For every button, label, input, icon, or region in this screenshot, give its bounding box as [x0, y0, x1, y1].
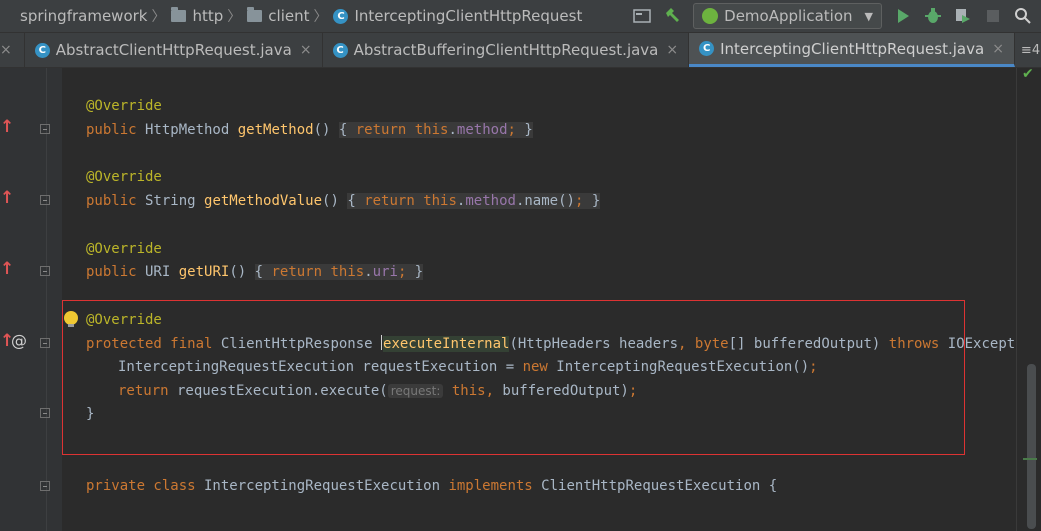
stop-icon[interactable]	[981, 4, 1005, 28]
debug-icon[interactable]	[921, 4, 945, 28]
class-icon: C	[332, 42, 348, 58]
override-marker-icon[interactable]: ↑	[0, 117, 14, 137]
fold-toggle-icon[interactable]	[40, 338, 50, 348]
code-line: private class InterceptingRequestExecuti…	[86, 478, 778, 494]
breadcrumb-item-http[interactable]: http	[171, 7, 223, 25]
editor-tabs: × C AbstractClientHttpRequest.java × C A…	[0, 33, 1041, 68]
folded-method-body[interactable]: { return this.uri; }	[254, 264, 424, 280]
run-icon[interactable]	[891, 4, 915, 28]
tab-overflow-menu[interactable]: ≡4	[1015, 33, 1041, 67]
project-structure-icon[interactable]	[630, 4, 654, 28]
code-line: public URI getURI() { return this.uri; }	[86, 264, 424, 280]
tab-abstract-buffering-client-http-request[interactable]: C AbstractBufferingClientHttpRequest.jav…	[323, 33, 690, 67]
class-icon: C	[699, 41, 715, 56]
folded-method-body[interactable]: { return this.method.name(); }	[347, 193, 601, 209]
inspection-ok-icon[interactable]: ✔	[1022, 66, 1034, 82]
close-icon[interactable]: ×	[0, 42, 12, 58]
close-icon[interactable]: ×	[992, 41, 1004, 57]
breadcrumb-item-client[interactable]: client	[247, 7, 309, 25]
tab-hidden-left[interactable]: ×	[0, 33, 25, 67]
override-marker-icon[interactable]: ↑	[0, 259, 14, 279]
class-icon: C	[333, 8, 349, 24]
folder-icon	[247, 7, 263, 22]
fold-toggle-icon[interactable]	[40, 266, 50, 276]
fold-toggle-icon[interactable]	[40, 408, 50, 418]
annotation-marker-icon[interactable]: @	[11, 331, 27, 350]
breadcrumb: springframework 〉 http 〉 client 〉 C Inte…	[0, 6, 582, 26]
navigation-bar: springframework 〉 http 〉 client 〉 C Inte…	[0, 0, 1041, 33]
folder-icon	[171, 7, 187, 22]
code-line: @Override	[86, 241, 162, 257]
chevron-right-icon: 〉	[313, 9, 328, 25]
editor-gutter	[0, 68, 62, 531]
breadcrumb-item-class[interactable]: C InterceptingClientHttpRequest	[333, 7, 582, 25]
run-configuration-select[interactable]: DemoApplication ▼	[693, 3, 882, 29]
vertical-scrollbar[interactable]	[1016, 68, 1041, 531]
intention-bulb-icon[interactable]	[64, 311, 78, 327]
fold-toggle-icon[interactable]	[40, 124, 50, 134]
code-line: public HttpMethod getMethod() { return t…	[86, 122, 533, 138]
override-marker-icon[interactable]: ↑	[0, 188, 14, 208]
code-line: @Override	[86, 169, 162, 185]
chevron-right-icon: 〉	[227, 9, 242, 25]
spring-boot-icon	[702, 8, 719, 24]
fold-toggle-icon[interactable]	[40, 481, 50, 491]
chevron-right-icon: 〉	[151, 9, 166, 25]
dropdown-arrow-icon: ▼	[864, 9, 873, 23]
toolbar-actions: DemoApplication ▼	[627, 0, 1041, 32]
fold-toggle-icon[interactable]	[40, 195, 50, 205]
folded-method-body[interactable]: { return this.method; }	[338, 122, 533, 138]
error-stripe-mark[interactable]	[1023, 458, 1037, 460]
tab-intercepting-client-http-request[interactable]: C InterceptingClientHttpRequest.java ×	[689, 33, 1015, 67]
highlight-box	[62, 300, 965, 455]
search-icon[interactable]	[1011, 4, 1035, 28]
class-icon: C	[34, 42, 50, 58]
build-hammer-icon[interactable]	[660, 4, 684, 28]
scrollbar-thumb[interactable]	[1027, 364, 1036, 529]
coverage-icon[interactable]	[951, 4, 975, 28]
close-icon[interactable]: ×	[300, 42, 312, 58]
tab-abstract-client-http-request[interactable]: C AbstractClientHttpRequest.java ×	[25, 33, 323, 67]
breadcrumb-item-springframework[interactable]: springframework	[0, 7, 147, 25]
code-line: @Override	[86, 98, 162, 114]
close-icon[interactable]: ×	[666, 42, 678, 58]
gutter-divider	[46, 68, 47, 531]
code-line: public String getMethodValue() { return …	[86, 193, 601, 209]
